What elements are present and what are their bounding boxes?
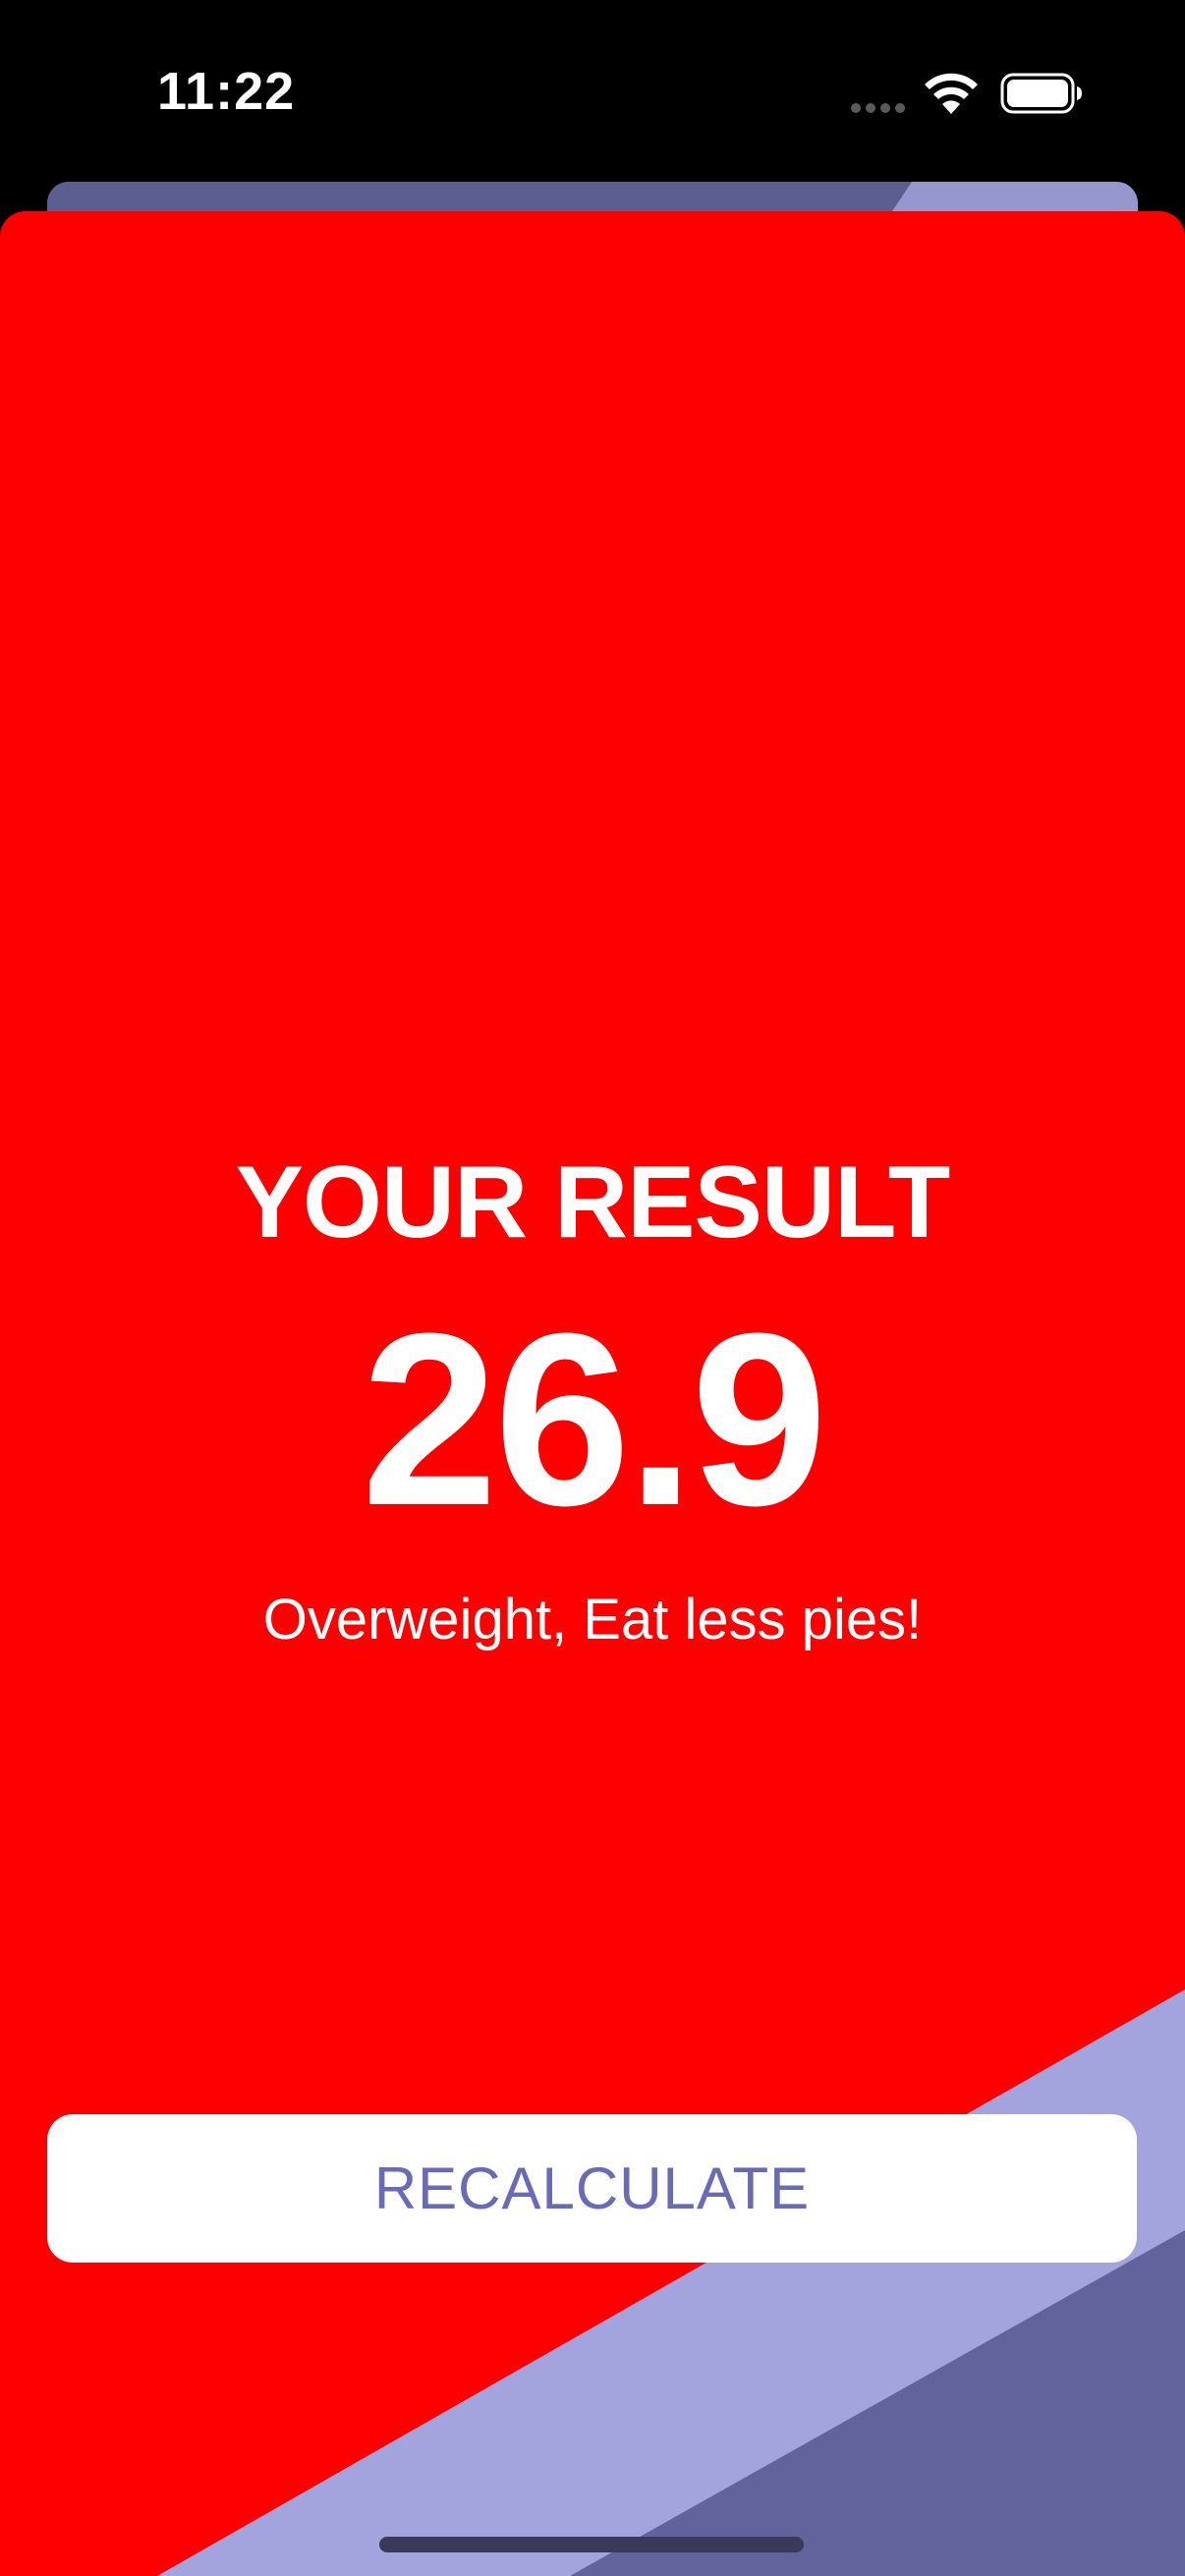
signal-dots-icon (851, 103, 905, 113)
status-bar: 11:22 (0, 0, 1185, 187)
battery-icon (1000, 73, 1082, 114)
status-time: 11:22 (157, 62, 296, 121)
result-message: Overweight, Eat less pies! (262, 1588, 923, 1652)
result-value: 26.9 (361, 1282, 828, 1556)
recalculate-button[interactable]: RECALCULATE (47, 2114, 1137, 2263)
home-indicator[interactable] (379, 2537, 804, 2552)
wifi-icon (925, 73, 978, 114)
result-title: YOUR RESULT (235, 1146, 951, 1260)
